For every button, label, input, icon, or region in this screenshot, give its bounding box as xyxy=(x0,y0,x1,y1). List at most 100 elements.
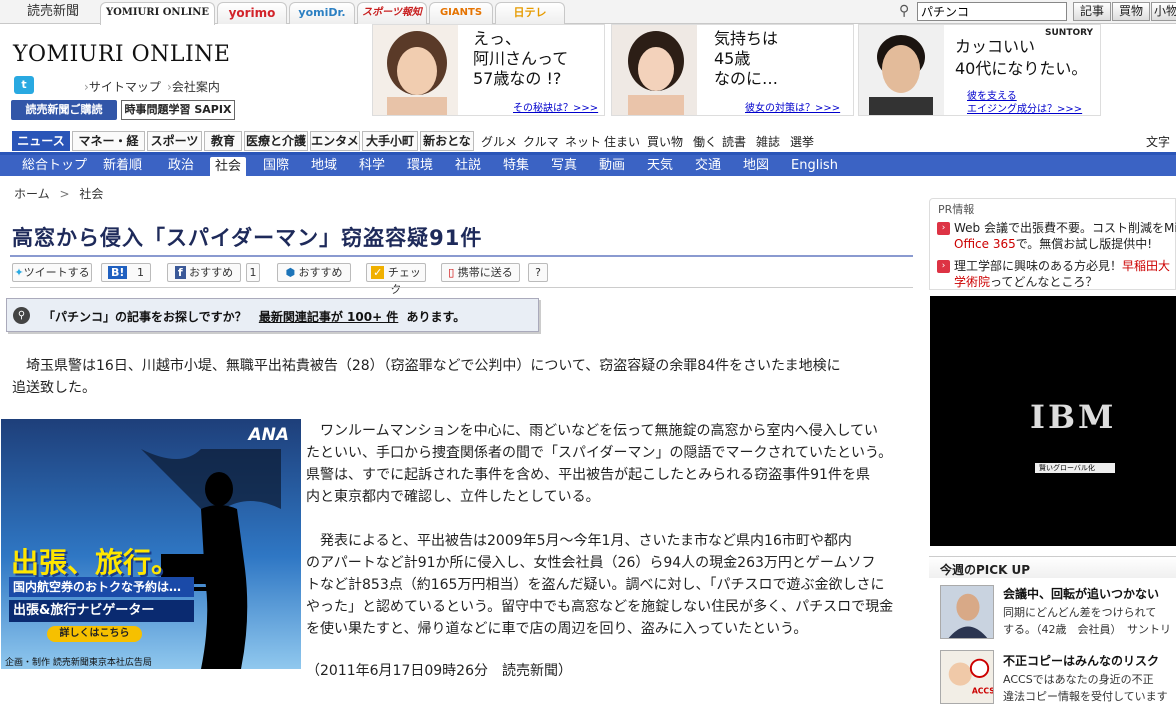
facebook-recommend-button[interactable]: f おすすめ xyxy=(167,263,241,282)
svg-text:ACCS: ACCS xyxy=(972,686,993,695)
send-to-mobile-button[interactable]: ▯ 携帯に送る xyxy=(441,263,520,282)
ad-banner-1[interactable]: えっ、 阿川さんって 57歳なの !? その秘訣は？>>> xyxy=(372,24,605,116)
company-link[interactable]: ›会社案内 xyxy=(167,78,220,95)
subnav-video[interactable]: 動画 xyxy=(599,156,625,176)
pickup-desc-2b: 違法コピー情報を受付しています xyxy=(1003,690,1168,703)
check-button[interactable]: ✓ チェック xyxy=(366,263,426,296)
pickup-title-1[interactable]: 会議中、回転が追いつかない xyxy=(1003,585,1159,602)
tab-yorimo[interactable]: yorimo xyxy=(217,2,287,24)
nav-car[interactable]: クルマ xyxy=(523,133,559,150)
subnav-map[interactable]: 地図 xyxy=(743,156,769,176)
ana-ad[interactable]: ANA 出張、旅行。 国内航空券のおトクな予約は… 出張&旅行ナビゲーター 詳し… xyxy=(1,419,301,669)
subnav-international[interactable]: 国際 xyxy=(263,156,289,176)
search-input[interactable] xyxy=(917,2,1067,21)
subnav-science[interactable]: 科学 xyxy=(359,156,385,176)
search-icon: ⚲ xyxy=(899,3,910,19)
nav-otona[interactable]: 新おとな xyxy=(420,131,474,151)
sapix-button[interactable]: 時事問題学習 SAPIX xyxy=(121,100,235,120)
subnav-weather[interactable]: 天気 xyxy=(647,156,673,176)
search-icon: ⚲ xyxy=(13,307,30,324)
nav-magazine[interactable]: 雑誌 xyxy=(756,133,780,150)
ad-banner-3[interactable]: SUNTORY カッコいい 40代になりたい。 彼を支える エイジング成分は？>… xyxy=(858,24,1101,116)
arrow-right-icon: › xyxy=(937,222,950,235)
subnav-society[interactable]: 社会 xyxy=(210,157,247,177)
search-articles-button[interactable]: 記事 xyxy=(1073,2,1111,21)
subnav-latest[interactable]: 新着順 xyxy=(103,156,142,176)
ibm-logo: IBM xyxy=(1030,398,1117,436)
breadcrumb-separator: > xyxy=(59,187,70,201)
hatena-bookmark-button[interactable]: B! 1 xyxy=(101,263,151,282)
site-tab-bar: 読売新聞 YOMIURI ONLINE yorimo yomiDr. スポーツ報… xyxy=(0,0,1176,25)
ad-banner-2[interactable]: 気持ちは 45歳 なのに… 彼女の対策は？>>> xyxy=(611,24,854,116)
suntory-logo: SUNTORY xyxy=(1045,28,1094,38)
subnav-traffic[interactable]: 交通 xyxy=(695,156,721,176)
subnav-politics[interactable]: 政治 xyxy=(168,156,194,176)
tab-hochi[interactable]: スポーツ報知 xyxy=(357,2,427,24)
subnav-top[interactable]: 総合トップ xyxy=(22,156,87,176)
nav-gourmet[interactable]: グルメ xyxy=(481,133,517,150)
nav-election[interactable]: 選挙 xyxy=(790,133,814,150)
search-shopping-button[interactable]: 買物 xyxy=(1112,2,1150,21)
mobile-phone-icon: ▯ xyxy=(448,266,455,279)
tab-yomidr[interactable]: yomiDr. xyxy=(289,2,355,24)
pickup-title-2[interactable]: 不正コピーはみんなのリスク xyxy=(1003,652,1159,669)
nav-reading[interactable]: 読書 xyxy=(722,133,746,150)
ibm-tagline: 賢いグローバル化 xyxy=(1035,463,1115,473)
help-button[interactable]: ? xyxy=(528,263,548,282)
article-paragraph-2: ワンルームマンションを中心に、雨どいなどを伝って無施錠の高窓から室内へ侵入してい… xyxy=(306,423,893,505)
nav-education[interactable]: 教育 xyxy=(204,131,242,151)
tab-giants[interactable]: GIANTS xyxy=(429,2,493,24)
woman-photo-icon xyxy=(612,25,697,115)
ana-headline: 出張、旅行。 xyxy=(11,546,180,579)
mixi-icon: ⬢ xyxy=(285,266,296,279)
tab-yomiuri-shimbun[interactable]: 読売新聞 xyxy=(18,2,88,24)
pickup-desc-1a: 同期にどんどん差をつけられて xyxy=(1003,606,1157,619)
businessman-photo-icon[interactable] xyxy=(940,585,994,639)
character-photo-icon[interactable]: ACCS xyxy=(940,650,995,704)
nav-housing[interactable]: 住まい xyxy=(604,133,640,150)
hatena-count: 1 xyxy=(136,266,144,279)
twitter-icon[interactable]: t xyxy=(14,76,34,94)
subnav-english[interactable]: English xyxy=(791,156,838,176)
nav-money[interactable]: マネー・経済 xyxy=(72,131,145,166)
tab-yomiuri-online[interactable]: YOMIURI ONLINE xyxy=(100,2,215,25)
nav-news[interactable]: ニュース xyxy=(12,131,70,151)
pr-item-2[interactable]: 理工学部に興味のある方必見！早稲田大 学術院ってどんなところ？ xyxy=(954,258,1170,290)
check-icon: ✓ xyxy=(371,266,385,279)
site-logo[interactable]: YOMIURI ONLINE xyxy=(13,42,230,67)
subnav-editorial[interactable]: 社説 xyxy=(455,156,481,176)
nav-medical[interactable]: 医療と介護 xyxy=(244,131,308,151)
subnav-local[interactable]: 地域 xyxy=(311,156,337,176)
ad-3-link-2[interactable]: エイジング成分は？>>> xyxy=(967,100,1082,115)
ana-details-button[interactable]: 詳しくはこちら xyxy=(47,626,142,642)
nav-komachi[interactable]: 大手小町 xyxy=(362,131,418,151)
nav-entertainment[interactable]: エンタメ xyxy=(310,131,360,151)
subnav-special[interactable]: 特集 xyxy=(503,156,529,176)
font-size-label[interactable]: 文字 xyxy=(1146,133,1170,150)
subnav-photo[interactable]: 写真 xyxy=(551,156,577,176)
related-articles-link[interactable]: 最新関連記事が 100+ 件 xyxy=(259,310,398,324)
ad-2-link[interactable]: 彼女の対策は？>>> xyxy=(745,99,840,114)
tweet-button[interactable]: ✦ツイートする xyxy=(12,263,92,282)
breadcrumb-current[interactable]: 社会 xyxy=(79,187,103,201)
pr-item-1[interactable]: Web 会議で出張費不要。コスト削減をMi Office 365で。無償お試し版… xyxy=(954,220,1176,252)
article-title: 高窓から侵入「スパイダーマン」窃盗容疑91件 xyxy=(12,226,483,250)
subnav-environment[interactable]: 環境 xyxy=(407,156,433,176)
ibm-ad[interactable]: IBM 賢いグローバル化 xyxy=(930,296,1176,546)
tab-ntv[interactable]: 日テレ xyxy=(495,2,565,24)
nav-net[interactable]: ネット xyxy=(565,133,601,150)
article-dateline: （2011年6月17日09時26分 読売新聞） xyxy=(306,663,572,679)
breadcrumb: ホーム > 社会 xyxy=(14,185,103,202)
nav-sports[interactable]: スポーツ xyxy=(147,131,202,151)
man-photo-icon xyxy=(859,25,944,115)
subscribe-button[interactable]: 読売新聞ご購読 xyxy=(11,100,117,120)
breadcrumb-home[interactable]: ホーム xyxy=(14,187,50,201)
search-goods-button[interactable]: 小物 xyxy=(1151,2,1176,21)
ad-1-link[interactable]: その秘訣は？>>> xyxy=(513,99,598,114)
nav-shopping[interactable]: 買い物 xyxy=(647,133,683,150)
pickup-desc-1b: する。（42歳 会社員） サントリ xyxy=(1003,623,1171,636)
ana-navigator: 出張&旅行ナビゲーター xyxy=(9,600,194,622)
mixi-recommend-button[interactable]: ⬢ おすすめ xyxy=(277,263,351,282)
sitemap-link[interactable]: ›サイトマップ xyxy=(84,78,161,95)
nav-work[interactable]: 働く xyxy=(693,133,717,150)
